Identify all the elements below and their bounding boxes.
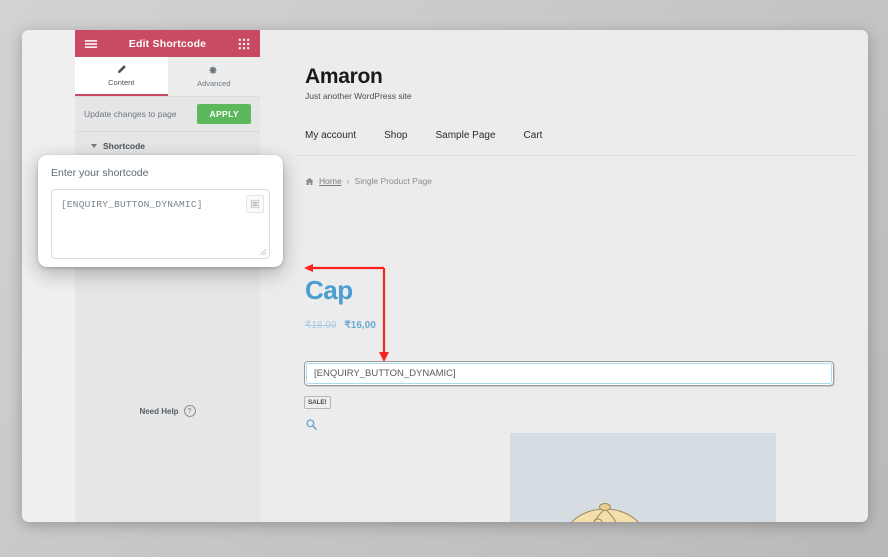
pencil-icon	[116, 64, 127, 75]
sale-badge: SALE!	[304, 396, 331, 409]
shortcode-input[interactable]	[306, 363, 832, 384]
window-left-rail	[22, 30, 75, 522]
nav-item-cart[interactable]: Cart	[524, 130, 543, 141]
gear-icon	[208, 65, 219, 76]
price-original: ₹18,00	[305, 320, 337, 331]
apply-button[interactable]: APPLY	[197, 104, 251, 124]
site-title: Amaron	[305, 65, 383, 88]
update-changes-label: Update changes to page	[84, 109, 177, 119]
breadcrumb-home-link[interactable]: Home	[319, 176, 342, 186]
product-image[interactable]	[510, 433, 776, 522]
browser-window: Edit Shortcode Content Advanced Update c…	[22, 30, 868, 522]
tab-advanced[interactable]: Advanced	[167, 57, 260, 96]
breadcrumb-separator: ›	[346, 176, 350, 186]
nav-item-shop[interactable]: Shop	[384, 130, 407, 141]
question-circle-icon: ?	[183, 405, 196, 417]
panel-header: Edit Shortcode	[75, 30, 260, 57]
list-stack-icon[interactable]	[246, 195, 264, 213]
tab-content-label: Content	[108, 78, 135, 87]
shortcode-popover: Enter your shortcode	[38, 155, 283, 267]
price-sale: ₹16,00	[344, 320, 376, 331]
breadcrumb: Home › Single Product Page	[305, 176, 432, 186]
product-title: Cap	[305, 275, 353, 305]
magnifier-icon[interactable]	[305, 418, 318, 431]
need-help-label: Need Help	[139, 406, 179, 416]
chevron-down-icon	[91, 144, 97, 148]
tab-advanced-label: Advanced	[197, 79, 231, 88]
site-preview: Amaron Just another WordPress site My ac…	[260, 30, 868, 522]
hamburger-menu-icon[interactable]	[84, 37, 98, 51]
need-help[interactable]: Need Help ?	[75, 405, 260, 417]
section-title-label: Shortcode	[103, 141, 146, 151]
grid-apps-icon[interactable]	[237, 37, 251, 51]
site-tagline: Just another WordPress site	[305, 91, 412, 101]
breadcrumb-current: Single Product Page	[354, 176, 433, 186]
site-nav: My account Shop Sample Page Cart	[305, 130, 542, 141]
update-changes-row: Update changes to page APPLY	[75, 97, 260, 132]
popover-textarea-wrapper	[51, 189, 270, 259]
nav-item-my-account[interactable]: My account	[305, 130, 356, 141]
elementor-editor-panel: Edit Shortcode Content Advanced Update c…	[75, 30, 260, 522]
nav-divider	[298, 155, 858, 156]
home-icon	[305, 177, 314, 186]
panel-tabs: Content Advanced	[75, 57, 260, 97]
nav-item-sample-page[interactable]: Sample Page	[436, 130, 496, 141]
tab-content[interactable]: Content	[75, 57, 168, 96]
popover-label: Enter your shortcode	[51, 167, 149, 179]
shortcode-textarea[interactable]	[52, 190, 269, 258]
panel-title: Edit Shortcode	[128, 37, 207, 50]
shortcode-field-wrapper	[304, 361, 834, 386]
price-row: ₹18,00 ₹16,00	[305, 320, 376, 331]
